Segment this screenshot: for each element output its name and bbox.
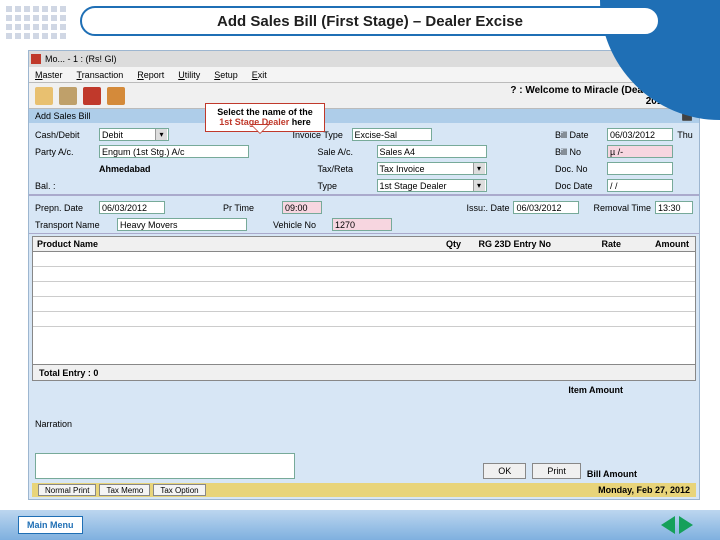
col-qty: Qty xyxy=(425,239,465,249)
app-icon xyxy=(31,54,41,64)
menu-utility[interactable]: Utility xyxy=(178,70,200,80)
issue-date-field[interactable]: 06/03/2012 xyxy=(513,201,579,214)
narration-input[interactable] xyxy=(35,453,295,479)
table-row[interactable] xyxy=(33,267,695,282)
instruction-callout: Select the name of the 1st Stage Dealer … xyxy=(205,103,325,132)
bill-no-field[interactable]: µ /- xyxy=(607,145,673,158)
prep-date-label: Prepn. Date xyxy=(35,203,95,213)
invoice-type-field[interactable]: Excise-Sal xyxy=(352,128,432,141)
bill-date-field[interactable]: 06/03/2012 xyxy=(607,128,673,141)
status-date: Monday, Feb 27, 2012 xyxy=(598,485,690,495)
type-select[interactable]: 1st Stage Dealer xyxy=(377,179,487,192)
menu-transaction[interactable]: Transaction xyxy=(77,70,124,80)
prep-time-label: Pr Time xyxy=(223,203,278,213)
col-product-name: Product Name xyxy=(33,239,425,249)
prep-time-field[interactable]: 09:00 xyxy=(282,201,322,214)
window-title: Mo... - 1 : (Rs! Gl) xyxy=(45,54,117,64)
doc-date-field[interactable]: / / xyxy=(607,179,673,192)
titlebar: Mo... - 1 : (Rs! Gl) — ▭ ✕ xyxy=(29,51,699,67)
ok-button[interactable]: OK xyxy=(483,463,526,479)
grid-total: Total Entry : 0 xyxy=(33,364,695,380)
party-label: Party A/c. xyxy=(35,147,95,157)
col-rg: RG 23D Entry No xyxy=(465,239,555,249)
menu-master[interactable]: Master xyxy=(35,70,63,80)
status-btn-normal-print[interactable]: Normal Print xyxy=(38,484,96,496)
issue-date-label: Issu:. Date xyxy=(466,203,509,213)
type-label: Type xyxy=(318,181,373,191)
cash-debit-select[interactable]: Debit xyxy=(99,128,169,141)
subheader-title: Add Sales Bill xyxy=(35,111,91,121)
col-rate: Rate xyxy=(555,239,625,249)
transport-field[interactable]: Heavy Movers xyxy=(117,218,247,231)
transport-label: Transport Name xyxy=(35,220,113,230)
removal-time-field[interactable]: 13:30 xyxy=(655,201,693,214)
doc-date-label: Doc Date xyxy=(555,181,603,191)
table-row[interactable] xyxy=(33,297,695,312)
app-window: Mo... - 1 : (Rs! Gl) — ▭ ✕ Master Transa… xyxy=(28,50,700,500)
status-btn-tax-memo[interactable]: Tax Memo xyxy=(99,484,150,496)
bill-amount-label: Bill Amount xyxy=(587,469,637,479)
sale-ac-field[interactable]: Sales A4 xyxy=(377,145,487,158)
menu-report[interactable]: Report xyxy=(137,70,164,80)
tax-reta-label: Tax/Reta xyxy=(318,164,373,174)
item-amount-label: Item Amount xyxy=(568,385,623,399)
form-area: Cash/Debit Debit Invoice Type Excise-Sal… xyxy=(29,123,699,195)
sale-ac-label: Sale A/c. xyxy=(318,147,373,157)
narration-label: Narration xyxy=(35,419,693,429)
bill-date-label: Bill Date xyxy=(555,130,603,140)
form-area-2: Prepn. Date 06/03/2012 Pr Time 09:00 Iss… xyxy=(29,195,699,234)
city-value: Ahmedabad xyxy=(99,164,249,174)
deco-dots xyxy=(6,6,66,39)
doc-no-label: Doc. No xyxy=(555,164,603,174)
table-row[interactable] xyxy=(33,312,695,327)
slide-title: Add Sales Bill (First Stage) – Dealer Ex… xyxy=(80,6,660,36)
toolbar: ? : Welcome to Miracle (Dealer Excise) 2… xyxy=(29,83,699,109)
menubar: Master Transaction Report Utility Setup … xyxy=(29,67,699,83)
party-field[interactable]: Engum (1st Stg.) A/c xyxy=(99,145,249,158)
toolbar-icon-3[interactable] xyxy=(83,87,101,105)
table-row[interactable] xyxy=(33,282,695,297)
print-button[interactable]: Print xyxy=(532,463,581,479)
bill-no-label: Bill No xyxy=(555,147,603,157)
balance-label: Bal. : xyxy=(35,181,95,191)
toolbar-icon-2[interactable] xyxy=(59,87,77,105)
removal-time-label: Removal Time xyxy=(593,203,651,213)
below-grid: Item Amount Narration OK Print Bill Amou… xyxy=(29,381,699,481)
doc-no-field[interactable] xyxy=(607,162,673,175)
table-row[interactable] xyxy=(33,252,695,267)
menu-setup[interactable]: Setup xyxy=(214,70,238,80)
prev-arrow-icon[interactable] xyxy=(652,516,675,534)
subheader: Add Sales Bill ⬛ xyxy=(29,109,699,123)
slide-bottom-bar: Main Menu xyxy=(0,510,720,540)
toolbar-icon-1[interactable] xyxy=(35,87,53,105)
product-grid: Product Name Qty RG 23D Entry No Rate Am… xyxy=(32,236,696,381)
tax-reta-select[interactable]: Tax Invoice xyxy=(377,162,487,175)
status-bar: Normal Print Tax Memo Tax Option Monday,… xyxy=(32,483,696,497)
cash-debit-label: Cash/Debit xyxy=(35,130,95,140)
col-amount: Amount xyxy=(625,239,695,249)
main-menu-button[interactable]: Main Menu xyxy=(18,516,83,534)
vehicle-field[interactable]: 1270 xyxy=(332,218,392,231)
menu-exit[interactable]: Exit xyxy=(252,70,267,80)
prep-date-field[interactable]: 06/03/2012 xyxy=(99,201,165,214)
next-arrow-icon[interactable] xyxy=(679,516,702,534)
status-btn-tax-option[interactable]: Tax Option xyxy=(153,484,205,496)
toolbar-icon-4[interactable] xyxy=(107,87,125,105)
vehicle-label: Vehicle No xyxy=(273,220,328,230)
